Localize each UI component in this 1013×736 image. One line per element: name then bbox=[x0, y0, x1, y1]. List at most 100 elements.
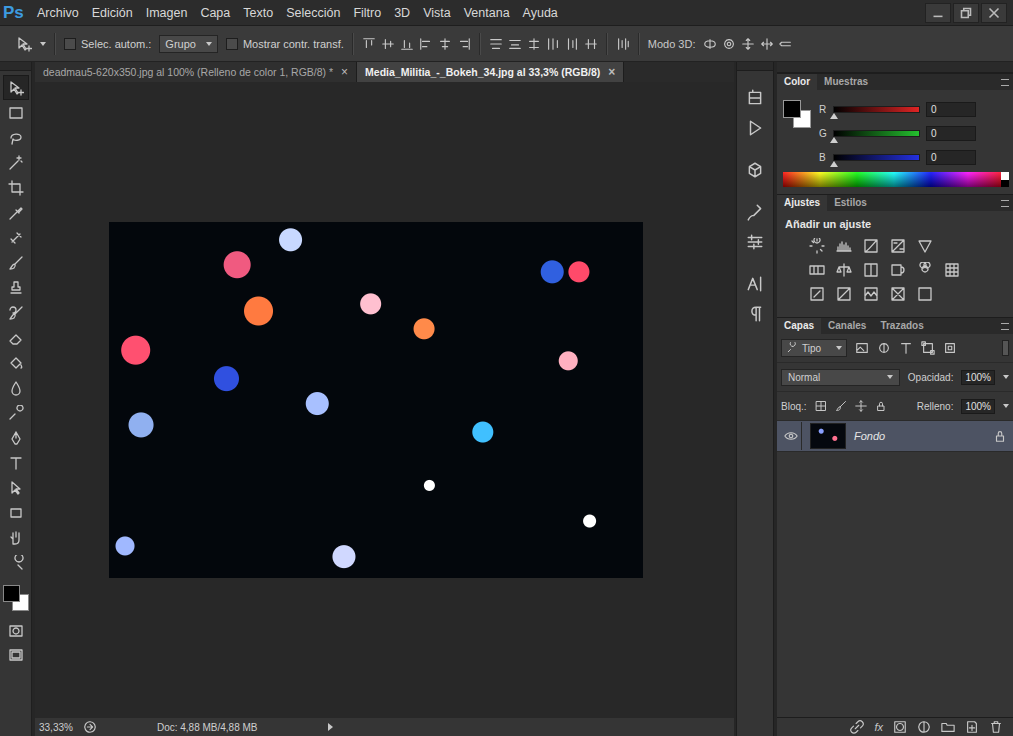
panel-tab[interactable]: Estilos bbox=[827, 195, 874, 211]
tool-button[interactable] bbox=[3, 425, 29, 450]
adjustment-icon[interactable] bbox=[890, 238, 906, 254]
menu-item[interactable]: Texto bbox=[243, 6, 273, 20]
layer-action-icon[interactable] bbox=[893, 720, 907, 734]
panel-grip[interactable] bbox=[777, 62, 1013, 73]
panel-tab[interactable]: Color bbox=[777, 74, 817, 90]
adjustment-icon[interactable] bbox=[809, 286, 825, 302]
channel-slider[interactable] bbox=[833, 130, 920, 137]
panel-dock-icon[interactable] bbox=[746, 203, 764, 221]
fill-caret[interactable] bbox=[1003, 404, 1009, 408]
adjustment-icon[interactable] bbox=[944, 262, 960, 278]
panel-menu-icon[interactable] bbox=[1001, 323, 1009, 330]
tab-close-button[interactable]: × bbox=[341, 65, 348, 79]
tab-close-button[interactable]: × bbox=[608, 65, 615, 79]
panel-dock-icon[interactable] bbox=[746, 275, 764, 293]
tool-button[interactable] bbox=[3, 400, 29, 425]
channel-value-field[interactable]: 0 bbox=[926, 102, 976, 117]
channel-value-field[interactable]: 0 bbox=[926, 150, 976, 165]
filter-icon[interactable] bbox=[921, 341, 935, 355]
menu-item[interactable]: Vista bbox=[423, 6, 451, 20]
layer-filter-dropdown[interactable]: Tipo bbox=[781, 339, 847, 357]
tool-button[interactable] bbox=[3, 350, 29, 375]
tool-button[interactable] bbox=[3, 525, 29, 550]
layer-action-icon[interactable] bbox=[941, 720, 955, 734]
tool-button[interactable] bbox=[3, 500, 29, 525]
panel-tab[interactable]: Capas bbox=[777, 318, 821, 334]
panel-menu-icon[interactable] bbox=[1001, 200, 1009, 207]
tool-button[interactable] bbox=[3, 150, 29, 175]
panel-dock-icon[interactable] bbox=[746, 305, 764, 323]
menu-item[interactable]: Ayuda bbox=[523, 6, 558, 20]
tool-button[interactable] bbox=[3, 550, 29, 575]
filter-icon[interactable] bbox=[899, 341, 913, 355]
panel-dock-icon[interactable] bbox=[746, 161, 764, 179]
distribute-icon[interactable] bbox=[508, 37, 522, 51]
distribute-icon[interactable] bbox=[565, 37, 579, 51]
channel-slider[interactable] bbox=[833, 106, 920, 113]
align-icon[interactable] bbox=[438, 37, 452, 51]
slider-thumb[interactable] bbox=[830, 137, 838, 143]
lock-option-icon[interactable] bbox=[835, 400, 847, 412]
lock-option-icon[interactable] bbox=[875, 400, 887, 412]
layer-action-icon[interactable] bbox=[917, 720, 931, 734]
adjustment-icon[interactable] bbox=[890, 286, 906, 302]
panel-dock-icon[interactable] bbox=[746, 89, 764, 107]
panel-tab[interactable]: Muestras bbox=[817, 74, 875, 90]
opacity-caret[interactable] bbox=[1003, 375, 1009, 379]
slider-thumb[interactable] bbox=[830, 113, 838, 119]
color-spectrum[interactable] bbox=[783, 172, 1005, 187]
mode-3d-icon[interactable] bbox=[703, 37, 717, 51]
adjustment-icon[interactable] bbox=[890, 262, 906, 278]
document-tab[interactable]: deadmau5-620x350.jpg al 100% (Relleno de… bbox=[35, 62, 357, 82]
adjustment-icon[interactable] bbox=[836, 286, 852, 302]
document-image[interactable] bbox=[109, 222, 643, 578]
mode-3d-icon[interactable] bbox=[722, 37, 736, 51]
distribute-icon[interactable] bbox=[546, 37, 560, 51]
status-menu-arrow[interactable] bbox=[328, 723, 333, 731]
adjustment-icon[interactable] bbox=[809, 238, 825, 254]
foreground-color-swatch[interactable] bbox=[3, 585, 20, 602]
menu-item[interactable]: Capa bbox=[200, 6, 230, 20]
mode-3d-icon[interactable] bbox=[779, 37, 793, 51]
adjustment-icon[interactable] bbox=[863, 286, 879, 302]
auto-select-checkbox[interactable]: Selec. autom.: bbox=[64, 38, 151, 50]
filter-icon[interactable] bbox=[877, 341, 891, 355]
align-icon[interactable] bbox=[457, 37, 471, 51]
link-icon[interactable] bbox=[850, 720, 864, 734]
show-transform-checkbox[interactable]: Mostrar contr. transf. bbox=[226, 38, 344, 50]
lock-option-icon[interactable] bbox=[815, 400, 827, 412]
adjustment-icon[interactable] bbox=[917, 286, 933, 302]
tool-button[interactable] bbox=[3, 300, 29, 325]
filter-icon[interactable] bbox=[943, 341, 957, 355]
tool-button[interactable] bbox=[3, 450, 29, 475]
panel-dock-icon[interactable] bbox=[746, 233, 764, 251]
fill-field[interactable]: 100% bbox=[961, 399, 995, 414]
adjustment-icon[interactable] bbox=[809, 262, 825, 278]
adjustment-icon[interactable] bbox=[917, 262, 933, 278]
blend-mode-dropdown[interactable]: Normal bbox=[781, 369, 900, 386]
adjustment-icon[interactable] bbox=[863, 262, 879, 278]
eye-icon[interactable] bbox=[784, 429, 798, 443]
share-icon[interactable] bbox=[83, 720, 97, 734]
opacity-field[interactable]: 100% bbox=[961, 370, 995, 385]
mode-3d-icon[interactable] bbox=[760, 37, 774, 51]
panel-grip[interactable] bbox=[0, 62, 31, 71]
align-icon[interactable] bbox=[400, 37, 414, 51]
menu-item[interactable]: Ventana bbox=[464, 6, 510, 20]
tool-button[interactable] bbox=[3, 125, 29, 150]
tool-button[interactable] bbox=[3, 375, 29, 400]
tool-button[interactable] bbox=[3, 175, 29, 200]
tool-button[interactable] bbox=[3, 475, 29, 500]
auto-select-dropdown[interactable]: Grupo bbox=[159, 35, 218, 53]
filter-toggle[interactable] bbox=[1002, 340, 1009, 356]
zoom-level[interactable]: 33,33% bbox=[39, 722, 73, 733]
menu-item[interactable]: Edición bbox=[92, 6, 133, 20]
menu-item[interactable]: Filtro bbox=[353, 6, 381, 20]
channel-slider[interactable] bbox=[833, 154, 920, 161]
distribute-icon[interactable] bbox=[489, 37, 503, 51]
slider-thumb[interactable] bbox=[830, 161, 838, 167]
layer-style-button[interactable]: fx bbox=[874, 721, 883, 733]
screen-mode-icon[interactable] bbox=[8, 647, 24, 663]
panel-tab[interactable]: Ajustes bbox=[777, 195, 827, 211]
lock-icon[interactable] bbox=[993, 429, 1007, 443]
